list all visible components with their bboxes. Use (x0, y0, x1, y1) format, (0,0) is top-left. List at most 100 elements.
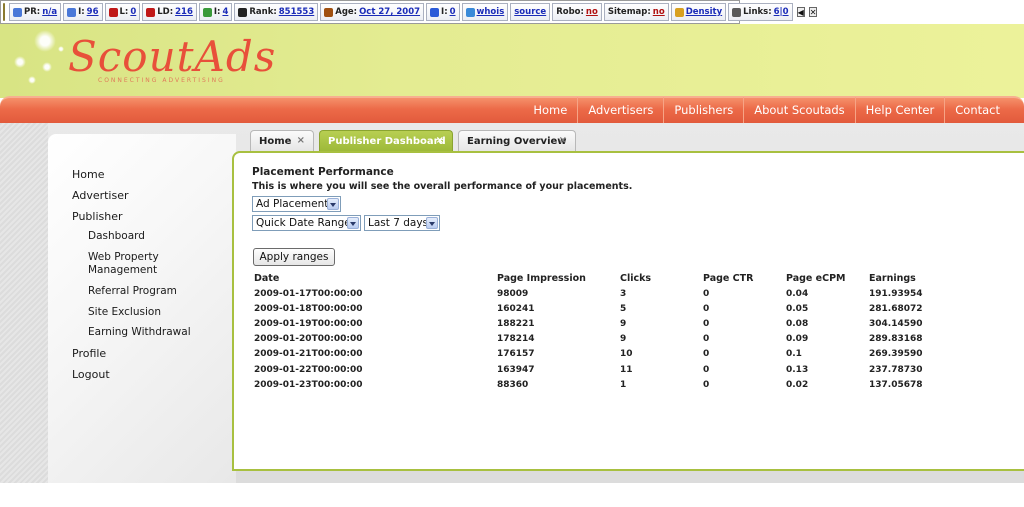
logo-text: ScoutAds (68, 32, 277, 81)
seo-item-value[interactable]: whois (477, 7, 505, 17)
seo-item[interactable]: Sitemap: no (603, 3, 669, 21)
table-cell: 137.05678 (869, 379, 923, 390)
sparkle-decoration (34, 30, 56, 52)
table-cell: 0.09 (786, 334, 809, 345)
table-row: 2009-01-18T00:00:00 160241 5 0 0.05 281.68072 (252, 301, 957, 316)
sidebar-item-profile[interactable]: Profile (72, 347, 106, 360)
toolbar-close-icon[interactable]: ✕ (808, 7, 818, 17)
sidebar-item-logout[interactable]: Logout (72, 368, 110, 381)
table-cell: 98009 (497, 288, 529, 299)
seo-item-label: I: (78, 7, 85, 17)
seo-item-label: Sitemap: (607, 7, 651, 17)
seo-item[interactable]: whois (461, 3, 509, 21)
sidebar: Home Advertiser Publisher Dashboard Web Prop… (48, 134, 236, 483)
seo-item-value[interactable]: 851553 (279, 7, 315, 17)
google-icon (13, 7, 22, 17)
tab-close-icon[interactable]: × (297, 135, 305, 146)
nav-item-help-center[interactable]: Help Center (854, 97, 945, 124)
apply-ranges-button[interactable]: Apply ranges (253, 248, 335, 266)
seo-item-label: Age: (335, 7, 358, 17)
seo-item[interactable]: L: 0 (104, 3, 141, 21)
seo-item-value[interactable]: 96 (87, 7, 99, 17)
table-cell: 2009-01-18T00:00:00 (254, 303, 363, 314)
table-row: 2009-01-22T00:00:00 163947 11 0 0.13 237.7873… (252, 362, 957, 377)
seo-item[interactable]: I: 96 (63, 3, 103, 21)
nav-item-about-scoutads[interactable]: About Scoutads (743, 97, 854, 124)
seo-item[interactable]: Density (670, 3, 727, 21)
nav-item-home[interactable]: Home (523, 97, 577, 124)
sidebar-item-dashboard[interactable]: Dashboard (88, 230, 198, 243)
seo-item[interactable]: Rank: 851553 (234, 3, 319, 21)
table-cell: 0 (703, 288, 710, 299)
period-select[interactable]: Last 7 days (364, 215, 440, 231)
seo-item[interactable]: LD: 216 (142, 3, 197, 21)
tab-close-icon[interactable]: × (436, 135, 444, 146)
seo-item-value[interactable]: 0 (450, 7, 456, 17)
dropdown-arrow-icon (327, 198, 339, 210)
seo-item-value[interactable]: 0 (130, 7, 136, 17)
placement-select[interactable]: Ad Placement (252, 196, 341, 212)
table-cell: 163947 (497, 364, 535, 375)
table-cell: 0 (703, 318, 710, 329)
seo-item[interactable]: I: 4 (198, 3, 233, 21)
seo-item-label: Rank: (249, 7, 277, 17)
date-range-select[interactable]: Quick Date Range (252, 215, 361, 231)
table-cell: 2009-01-20T00:00:00 (254, 334, 363, 345)
table-cell: 0 (703, 334, 710, 345)
table-cell: 289.83168 (869, 334, 923, 345)
table-cell: 9 (620, 334, 627, 345)
tab-label: Home (259, 136, 292, 147)
seo-item-value[interactable]: 4 (222, 7, 228, 17)
seoquake-logo-icon[interactable] (3, 3, 5, 21)
sidebar-item-publisher[interactable]: Publisher (72, 210, 123, 223)
placement-select-value: Ad Placement (256, 198, 329, 210)
archive-icon (324, 7, 334, 17)
tab-home[interactable]: Home × (250, 130, 314, 152)
sidebar-item-web-property-management[interactable]: Web Property Management (88, 251, 198, 277)
seo-item-value[interactable]: Density (686, 7, 722, 17)
sparkle-decoration (14, 56, 26, 68)
seo-item[interactable]: I: 0 (426, 3, 460, 21)
google-icon (67, 7, 77, 17)
seo-item[interactable]: Links: 6|0 (728, 3, 793, 21)
seo-item-value[interactable]: n/a (42, 7, 57, 17)
seo-item-value[interactable]: 216 (175, 7, 193, 17)
table-cell: 0.08 (786, 318, 809, 329)
sidebar-item-earning-withdrawal[interactable]: Earning Withdrawal (88, 326, 198, 339)
table-cell: 191.93954 (869, 288, 923, 299)
dropdown-arrow-icon (347, 217, 359, 229)
tab-earning-overview[interactable]: Earning Overview × (458, 130, 576, 152)
sidebar-item-referral-program[interactable]: Referral Program (88, 285, 198, 298)
alexa-icon (238, 7, 248, 17)
table-cell: 2009-01-17T00:00:00 (254, 288, 363, 299)
seo-item[interactable]: source (510, 3, 551, 21)
toolbar-prev-icon[interactable]: ◀ (796, 7, 805, 17)
site-logo[interactable]: ScoutAds CONNECTING ADVERTISING (68, 32, 277, 85)
seo-item-value[interactable]: no (653, 7, 665, 17)
seo-item-label: I: (213, 7, 221, 17)
seo-item-value[interactable]: source (514, 7, 546, 17)
seo-item-value[interactable]: Oct 27, 2007 (359, 7, 420, 17)
date-range-select-value: Quick Date Range (256, 217, 351, 229)
main-nav: Home Advertisers Publishers About Scoutads H… (0, 96, 1024, 124)
table-row: 2009-01-20T00:00:00 178214 9 0 0.09 289.83168 (252, 332, 957, 347)
table-cell: 2009-01-22T00:00:00 (254, 364, 363, 375)
sidebar-item-advertiser[interactable]: Advertiser (72, 189, 129, 202)
tab-publisher-dashboard[interactable]: Publisher Dashboard × (319, 130, 453, 152)
msn-icon (202, 7, 212, 17)
seo-item-value[interactable]: no (586, 7, 598, 17)
sparkle-decoration (58, 46, 64, 52)
nav-item-contact[interactable]: Contact (944, 97, 1010, 124)
table-cell: 160241 (497, 303, 535, 314)
sidebar-item-home[interactable]: Home (72, 168, 104, 181)
seo-item[interactable]: Age: Oct 27, 2007 (320, 3, 425, 21)
seo-item[interactable]: Robo: no (552, 3, 602, 21)
nav-item-publishers[interactable]: Publishers (663, 97, 743, 124)
seo-item-value[interactable]: 6|0 (774, 7, 789, 17)
sparkle-decoration (28, 76, 36, 84)
seo-item[interactable]: PR: n/a (9, 3, 62, 21)
nav-item-advertisers[interactable]: Advertisers (577, 97, 663, 124)
table-cell: 269.39590 (869, 349, 923, 360)
sidebar-item-site-exclusion[interactable]: Site Exclusion (88, 306, 198, 319)
tab-close-icon[interactable]: × (559, 135, 567, 146)
